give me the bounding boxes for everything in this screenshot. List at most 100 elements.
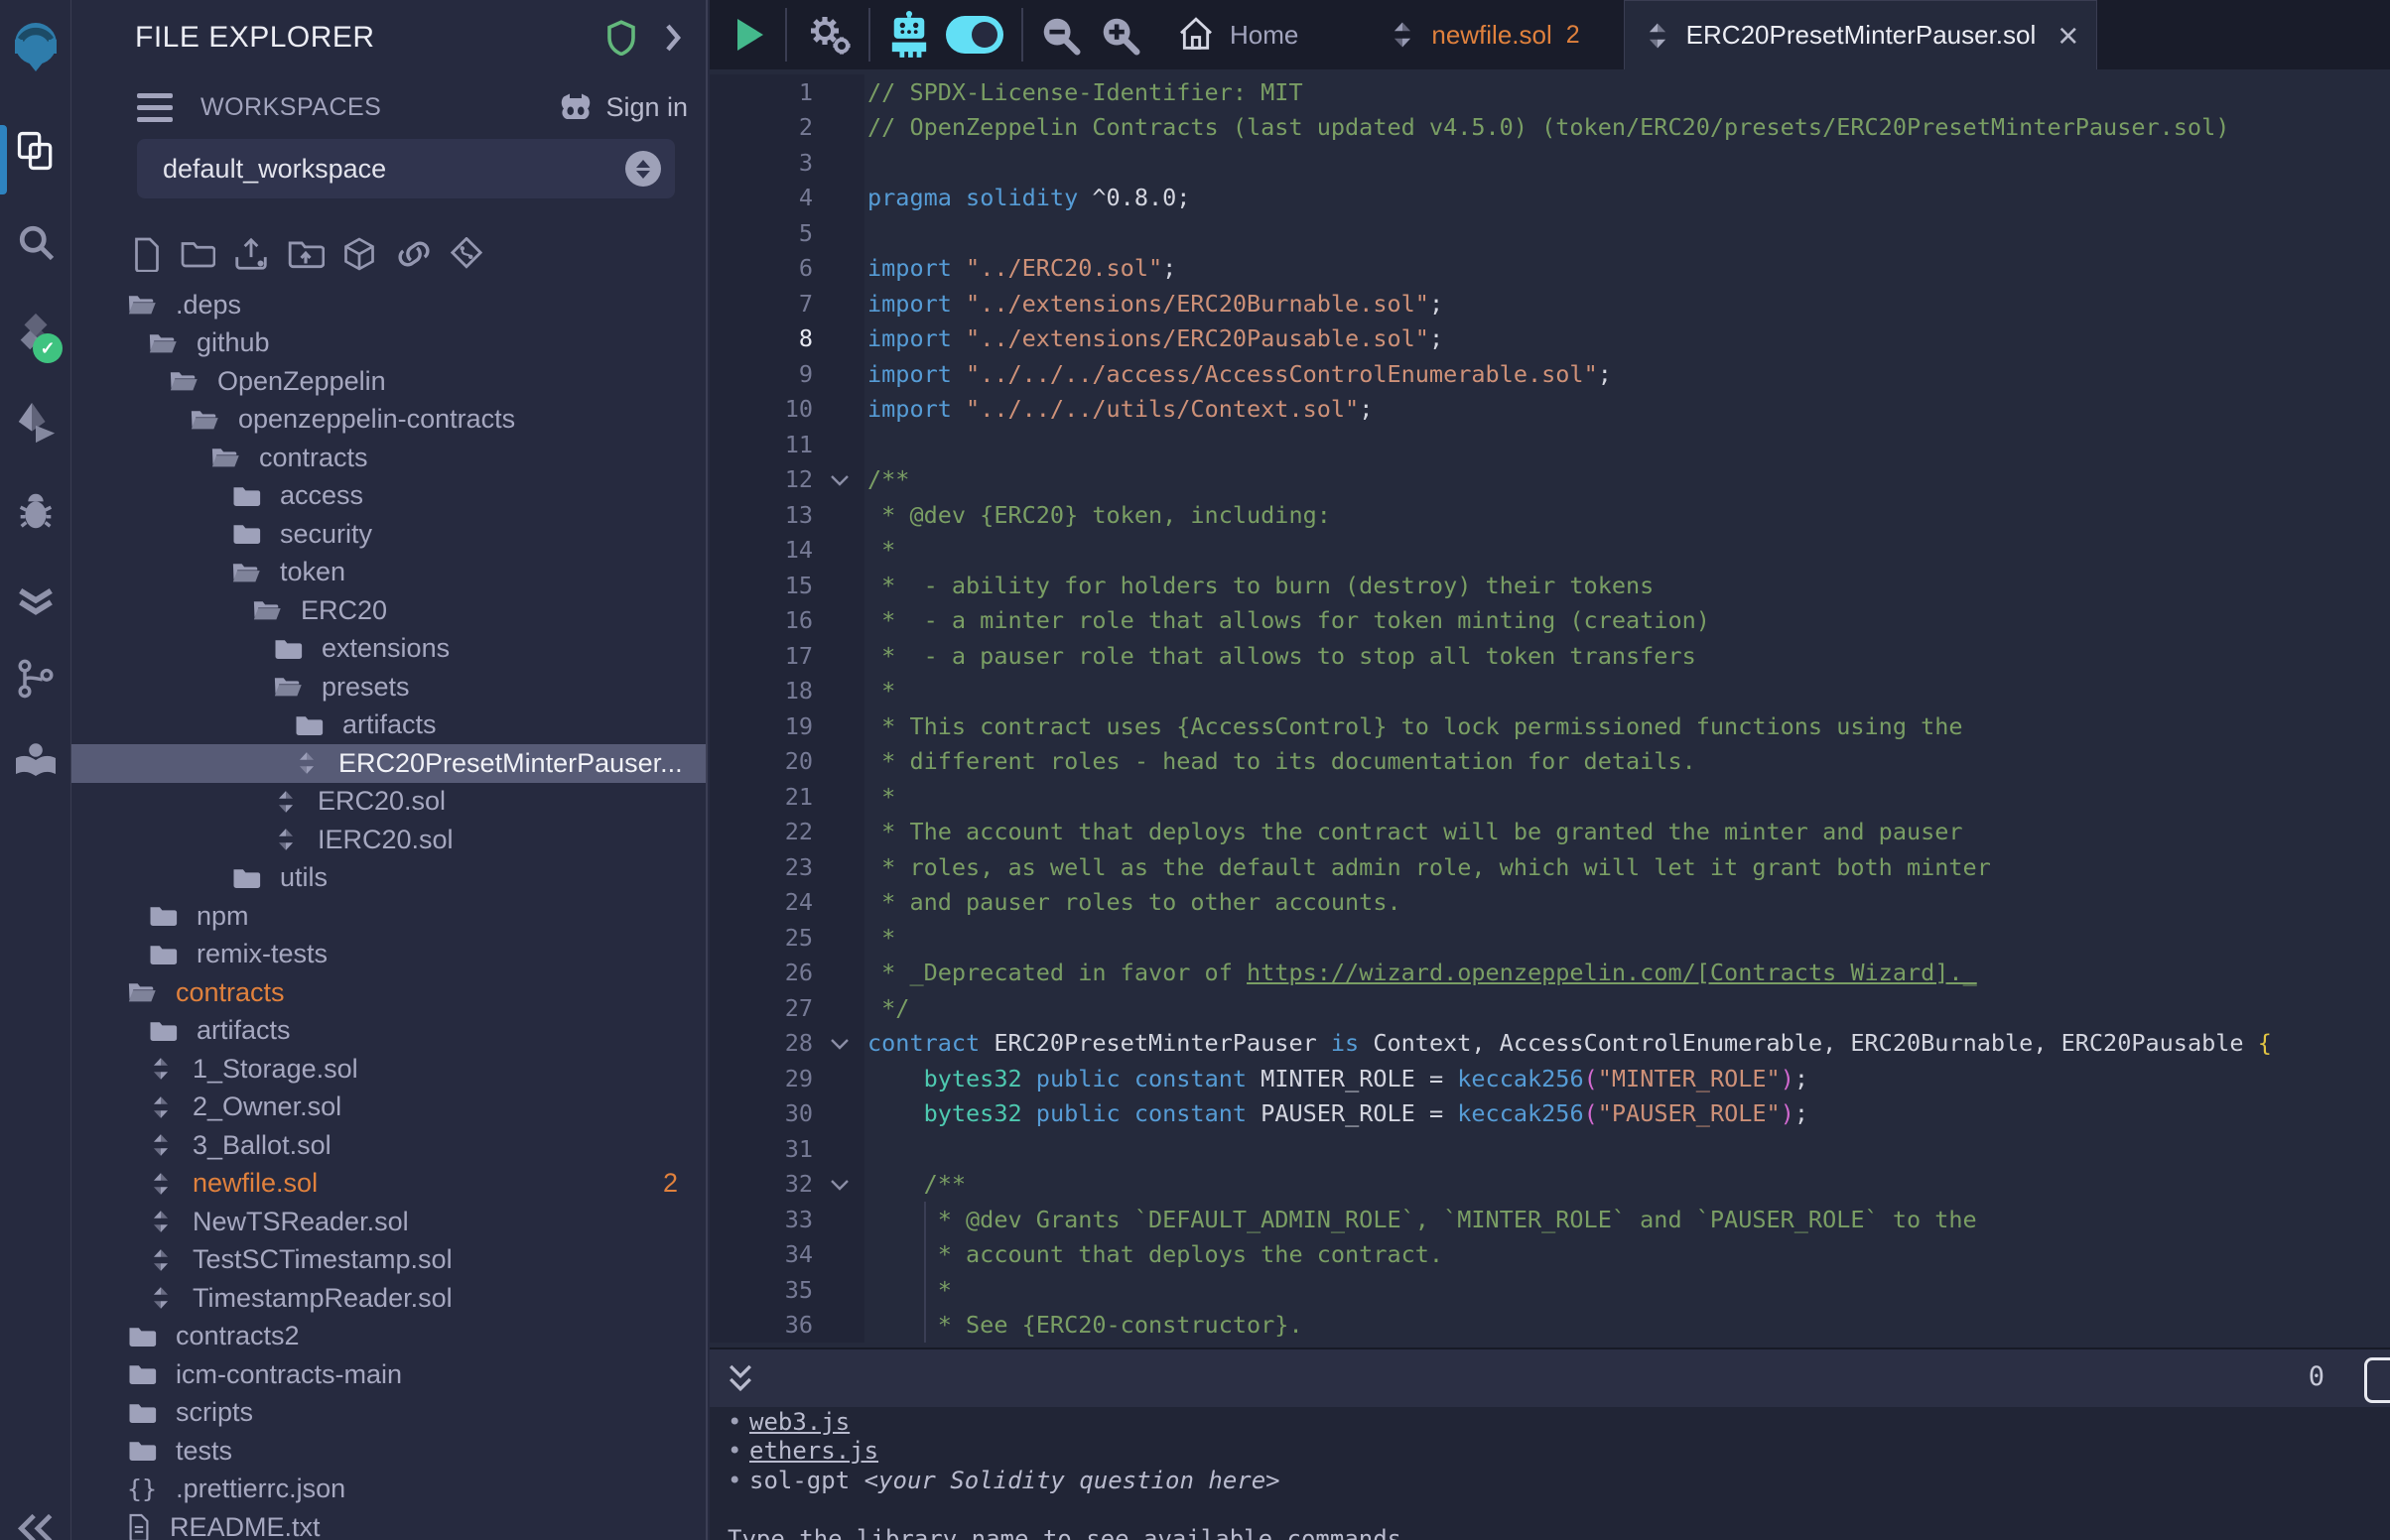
remix-logo[interactable] xyxy=(0,18,70,73)
code-line-16[interactable]: 16 * - a minter role that allows for tok… xyxy=(710,603,2390,639)
tree-item-artifacts[interactable]: artifacts xyxy=(71,706,706,745)
code-line-29[interactable]: 29 bytes32 public constant MINTER_ROLE =… xyxy=(710,1061,2390,1096)
tree-item-erc20-sol[interactable]: ERC20.sol xyxy=(71,783,706,822)
debugger-icon[interactable] xyxy=(0,488,70,534)
code-line-5[interactable]: 5 xyxy=(710,215,2390,251)
code-line-23[interactable]: 23 * roles, as well as the default admin… xyxy=(710,849,2390,885)
code-line-8[interactable]: 8import "../extensions/ERC20Pausable.sol… xyxy=(710,321,2390,357)
tree-item-readme-txt[interactable]: README.txt xyxy=(71,1508,706,1540)
tree-item-github[interactable]: github xyxy=(71,324,706,363)
code-line-33[interactable]: 33 * @dev Grants `DEFAULT_ADMIN_ROLE`, `… xyxy=(710,1202,2390,1237)
code-line-12[interactable]: 12/** xyxy=(710,462,2390,498)
clone-git-repository-icon[interactable] xyxy=(451,237,482,271)
code-line-20[interactable]: 20 * different roles - head to its docum… xyxy=(710,744,2390,780)
tree-item-presets[interactable]: presets xyxy=(71,668,706,706)
tree-item-security[interactable]: security xyxy=(71,515,706,554)
code-line-4[interactable]: 4pragma solidity ^0.8.0; xyxy=(710,181,2390,216)
tree-item-erc20presetminterpauser-[interactable]: ERC20PresetMinterPauser... xyxy=(71,744,706,783)
tree-item-testsctimestamp-sol[interactable]: TestSCTimestamp.sol xyxy=(71,1241,706,1280)
tree-item-2-owner-sol[interactable]: 2_Owner.sol xyxy=(71,1089,706,1127)
code-line-2[interactable]: 2// OpenZeppelin Contracts (last updated… xyxy=(710,110,2390,146)
terminal-link[interactable]: ethers.js xyxy=(749,1437,878,1465)
tree-item-access[interactable]: access xyxy=(71,477,706,516)
code-line-22[interactable]: 22 * The account that deploys the contra… xyxy=(710,815,2390,850)
code-line-14[interactable]: 14 * xyxy=(710,533,2390,569)
tree-item-utils[interactable]: utils xyxy=(71,859,706,898)
tree-item-openzeppelin[interactable]: OpenZeppelin xyxy=(71,362,706,401)
tree-item-icm-contracts-main[interactable]: icm-contracts-main xyxy=(71,1355,706,1394)
solidity-compiler-icon[interactable]: ✓ xyxy=(0,310,70,355)
run-script-icon[interactable] xyxy=(737,19,763,51)
code-line-3[interactable]: 3 xyxy=(710,145,2390,181)
git-icon[interactable] xyxy=(0,657,70,701)
tab-newfile-sol[interactable]: newfile.sol 2 xyxy=(1370,0,1597,69)
code-line-7[interactable]: 7import "../extensions/ERC20Burnable.sol… xyxy=(710,286,2390,321)
terminal-collapse-icon[interactable] xyxy=(724,1361,757,1397)
terminal-link[interactable]: web3.js xyxy=(749,1408,850,1436)
github-sign-in[interactable]: Sign in xyxy=(558,91,688,123)
tree-item-newtsreader-sol[interactable]: NewTSReader.sol xyxy=(71,1203,706,1241)
plugins-icon[interactable] xyxy=(0,736,70,784)
code-line-13[interactable]: 13 * @dev {ERC20} token, including: xyxy=(710,497,2390,533)
zoom-out-icon[interactable] xyxy=(1037,12,1083,58)
code-line-11[interactable]: 11 xyxy=(710,427,2390,462)
upload-folder-icon[interactable] xyxy=(287,237,325,271)
tree-item-contracts[interactable]: contracts xyxy=(71,973,706,1012)
tree-item-ierc20-sol[interactable]: IERC20.sol xyxy=(71,821,706,859)
tree-item-remix-tests[interactable]: remix-tests xyxy=(71,936,706,974)
tree-item-npm[interactable]: npm xyxy=(71,897,706,936)
expand-panel-icon[interactable] xyxy=(662,21,684,55)
ai-copilot-toggle[interactable] xyxy=(946,16,1003,54)
import-from-ipfs-icon[interactable] xyxy=(341,236,377,272)
workspace-menu-icon[interactable] xyxy=(137,93,173,122)
import-from-link-icon[interactable] xyxy=(394,237,434,271)
tree-item-openzeppelin-contracts[interactable]: openzeppelin-contracts xyxy=(71,401,706,440)
code-line-24[interactable]: 24 * and pauser roles to other accounts. xyxy=(710,885,2390,921)
code-editor[interactable]: 1// SPDX-License-Identifier: MIT2// Open… xyxy=(710,69,2390,1352)
code-line-26[interactable]: 26 * _Deprecated in favor of https://wiz… xyxy=(710,956,2390,991)
tree-item-scripts[interactable]: scripts xyxy=(71,1394,706,1433)
ai-assistant-icon[interactable] xyxy=(888,10,930,60)
fold-chevron-icon[interactable] xyxy=(829,1177,851,1193)
terminal-search-input[interactable] xyxy=(2364,1357,2390,1403)
code-line-9[interactable]: 9import "../../../access/AccessControlEn… xyxy=(710,356,2390,392)
tree-item-erc20[interactable]: ERC20 xyxy=(71,591,706,630)
tree-item-3-ballot-sol[interactable]: 3_Ballot.sol xyxy=(71,1126,706,1165)
code-line-10[interactable]: 10import "../../../utils/Context.sol"; xyxy=(710,392,2390,428)
code-line-21[interactable]: 21 * xyxy=(710,779,2390,815)
tree-item-timestampreader-sol[interactable]: TimestampReader.sol xyxy=(71,1279,706,1318)
new-folder-icon[interactable] xyxy=(180,237,215,271)
tab-home[interactable]: Home xyxy=(1158,0,1316,69)
code-line-19[interactable]: 19 * This contract uses {AccessControl} … xyxy=(710,708,2390,744)
file-explorer-icon[interactable] xyxy=(0,129,70,173)
code-line-25[interactable]: 25 * xyxy=(710,920,2390,956)
code-line-15[interactable]: 15 * - ability for holders to burn (dest… xyxy=(710,568,2390,603)
collapse-sidebar-icon[interactable] xyxy=(0,1510,70,1540)
code-line-34[interactable]: 34 * account that deploys the contract. xyxy=(710,1237,2390,1273)
code-line-27[interactable]: 27 */ xyxy=(710,990,2390,1026)
compile-settings-icon[interactable] xyxy=(803,11,855,59)
tree-item-artifacts[interactable]: artifacts xyxy=(71,1012,706,1051)
code-line-6[interactable]: 6import "../ERC20.sol"; xyxy=(710,251,2390,287)
tab-erc20presetminterpauser-sol[interactable]: ERC20PresetMinterPauser.sol × xyxy=(1624,0,2098,69)
code-line-17[interactable]: 17 * - a pauser role that allows to stop… xyxy=(710,638,2390,674)
tree-item--deps[interactable]: .deps xyxy=(71,286,706,324)
code-line-30[interactable]: 30 bytes32 public constant PAUSER_ROLE =… xyxy=(710,1096,2390,1132)
unit-testing-icon[interactable] xyxy=(0,578,70,623)
tree-item-1-storage-sol[interactable]: 1_Storage.sol xyxy=(71,1050,706,1089)
tree-item-contracts[interactable]: contracts xyxy=(71,439,706,477)
code-line-35[interactable]: 35 * xyxy=(710,1272,2390,1308)
code-line-32[interactable]: 32 /** xyxy=(710,1167,2390,1203)
tree-item-contracts2[interactable]: contracts2 xyxy=(71,1318,706,1356)
fold-chevron-icon[interactable] xyxy=(829,472,851,488)
zoom-in-icon[interactable] xyxy=(1097,12,1142,58)
close-tab-icon[interactable]: × xyxy=(2058,21,2078,51)
code-line-18[interactable]: 18 * xyxy=(710,674,2390,709)
deploy-run-icon[interactable] xyxy=(0,399,70,445)
code-line-36[interactable]: 36 * See {ERC20-constructor}. xyxy=(710,1308,2390,1344)
tree-item-extensions[interactable]: extensions xyxy=(71,630,706,669)
workspace-select[interactable]: default_workspace xyxy=(137,139,675,198)
tree-item-tests[interactable]: tests xyxy=(71,1432,706,1471)
code-line-28[interactable]: 28contract ERC20PresetMinterPauser is Co… xyxy=(710,1026,2390,1062)
new-file-icon[interactable] xyxy=(131,236,163,272)
